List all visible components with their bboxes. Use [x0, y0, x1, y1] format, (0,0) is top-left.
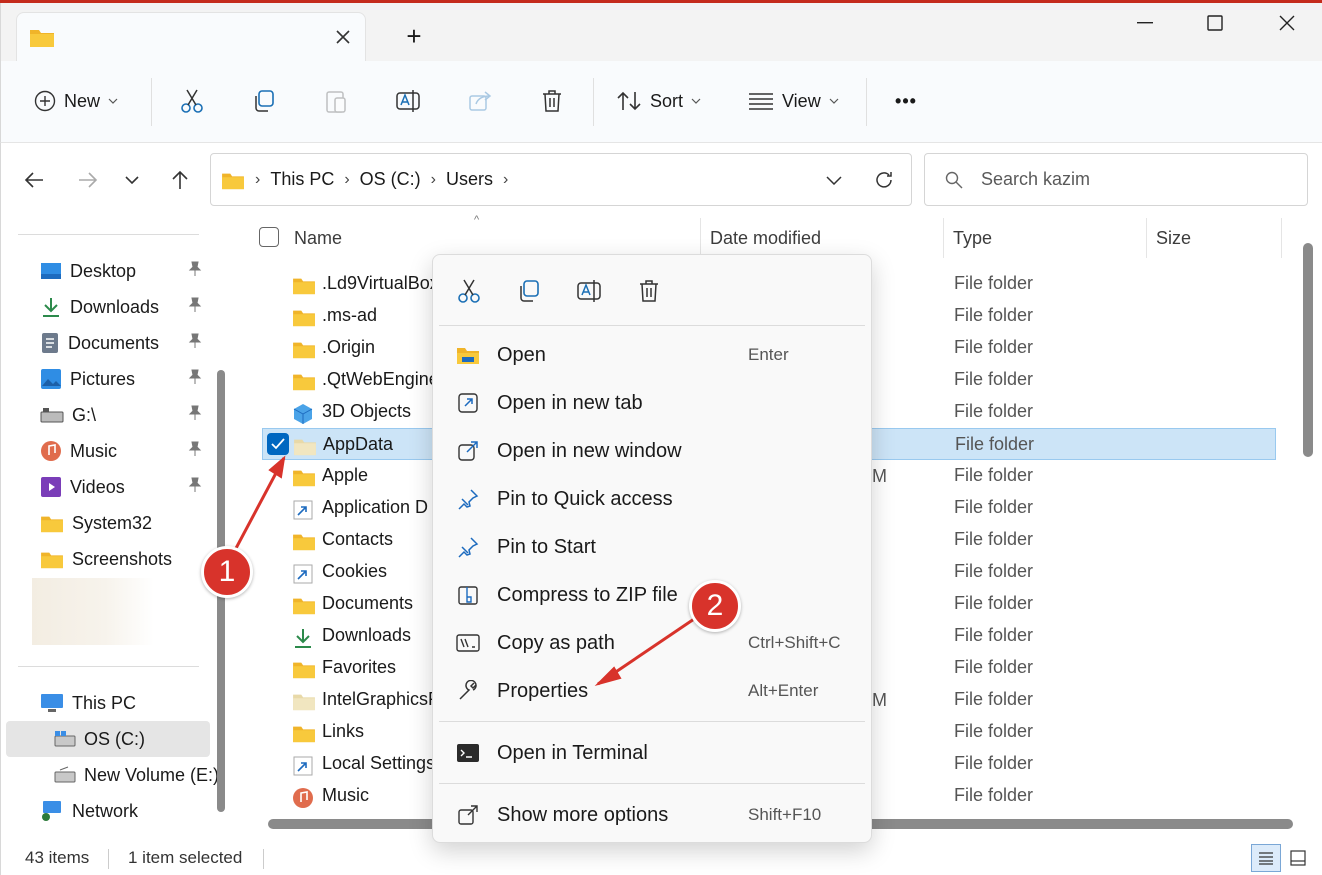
step-1-badge: 1 — [201, 546, 253, 598]
step-2-badge: 2 — [689, 580, 741, 632]
annotation-arrowhead-1 — [268, 455, 286, 479]
annotation-arrows — [232, 455, 701, 686]
